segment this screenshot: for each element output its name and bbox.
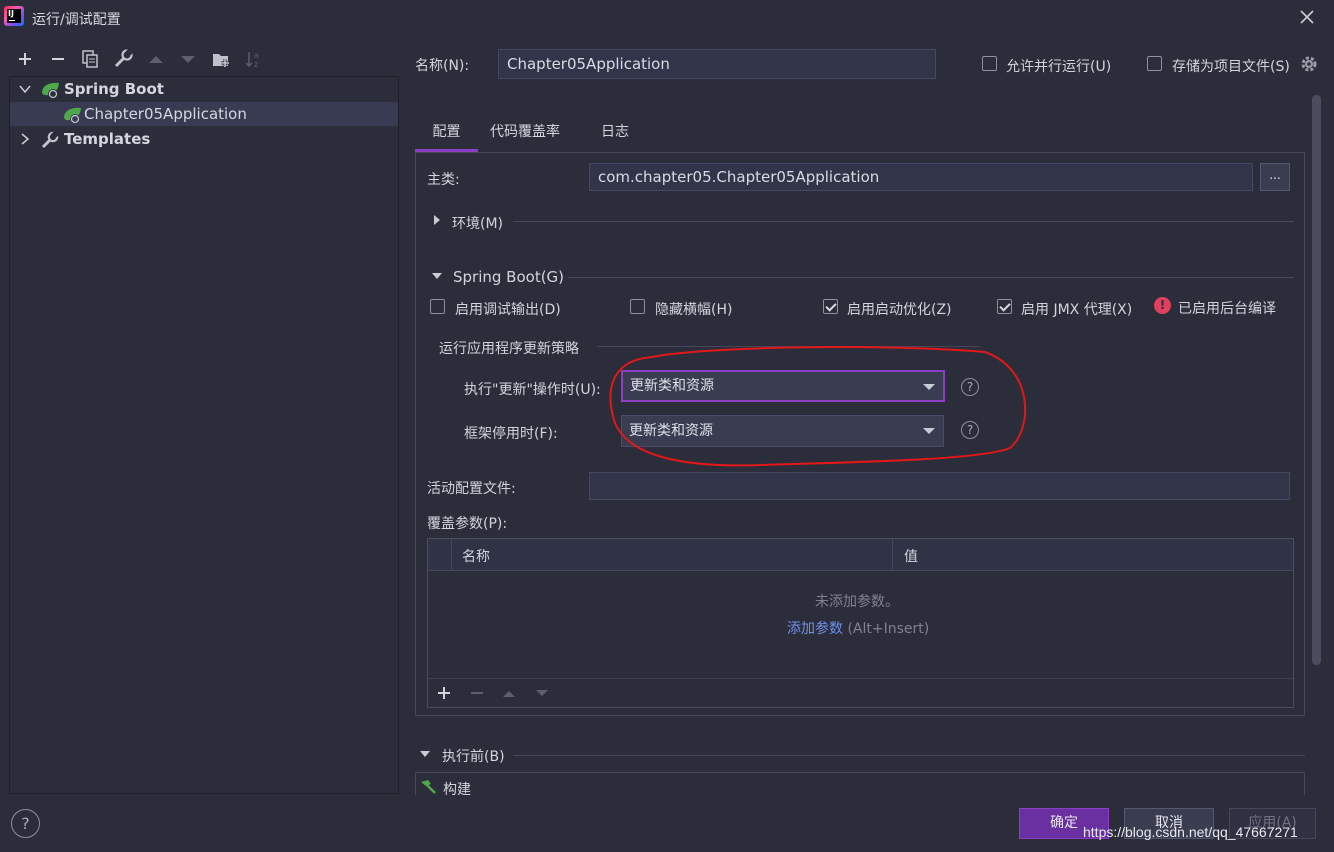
table-empty-text: 未添加参数。 <box>815 594 899 610</box>
error-icon: ! <box>1154 297 1171 314</box>
jmx-agent-checkbox[interactable] <box>997 299 1012 314</box>
remove-icon[interactable] <box>47 48 69 70</box>
chevron-right-icon[interactable] <box>432 214 442 226</box>
close-icon[interactable] <box>1296 6 1318 28</box>
background-compile-label: 已启用后台编译 <box>1178 301 1276 317</box>
vertical-scrollbar[interactable] <box>1312 95 1321 665</box>
move-down-icon[interactable] <box>534 685 550 701</box>
name-label: 名称(N): <box>415 58 470 74</box>
help-icon[interactable]: ? <box>11 809 40 838</box>
chevron-right-icon[interactable] <box>20 133 30 145</box>
on-frame-deactivation-select[interactable]: 更新类和资源 <box>621 415 944 447</box>
update-policy-separator <box>597 346 980 347</box>
debug-output-checkbox[interactable] <box>430 299 445 314</box>
hide-banner-label: 隐藏横幅(H) <box>655 302 733 318</box>
launch-optimization-checkbox[interactable] <box>823 299 838 314</box>
jmx-agent-label: 启用 JMX 代理(X) <box>1021 302 1133 318</box>
spring-boot-icon <box>42 82 59 99</box>
column-header-value[interactable]: 值 <box>904 546 918 566</box>
add-parameter-link[interactable]: 添加参数 <box>787 621 843 637</box>
add-icon[interactable] <box>436 685 452 701</box>
before-launch-separator <box>513 755 1305 756</box>
tree-label-chapter05application: Chapter05Application <box>84 105 247 123</box>
allow-parallel-checkbox[interactable] <box>982 56 997 71</box>
tree-node-chapter05application[interactable]: Chapter05Application <box>10 102 398 126</box>
before-launch-list[interactable] <box>415 772 1305 795</box>
spring-boot-section-label[interactable]: Spring Boot(G) <box>453 268 564 286</box>
watermark-text: https://blog.csdn.net/qq_47667271 <box>1083 824 1298 840</box>
on-update-select[interactable]: 更新类和资源 <box>621 370 945 402</box>
spring-boot-app-icon <box>64 107 81 124</box>
help-icon[interactable]: ? <box>961 421 979 439</box>
column-divider <box>892 539 893 570</box>
tree-label-spring-boot: Spring Boot <box>64 80 164 98</box>
add-parameter-shortcut: (Alt+Insert) <box>847 621 930 637</box>
copy-icon[interactable] <box>79 48 101 70</box>
move-up-icon[interactable] <box>501 685 517 701</box>
name-input[interactable] <box>498 49 936 79</box>
on-frame-deactivation-label: 框架停用时(F): <box>464 426 558 442</box>
sort-alphabetically-icon[interactable]: az <box>243 48 265 70</box>
dropdown-arrow-icon <box>923 384 935 390</box>
on-frame-deactivation-value: 更新类和资源 <box>629 423 713 439</box>
wrench-icon <box>41 130 59 149</box>
window-title: 运行/调试配置 <box>32 12 121 28</box>
tree-node-templates[interactable]: Templates <box>10 127 398 151</box>
main-class-label: 主类: <box>427 172 460 188</box>
svg-text:a: a <box>254 51 259 60</box>
move-down-icon[interactable] <box>177 48 199 70</box>
tab-code-coverage[interactable]: 代码覆盖率 <box>490 114 560 152</box>
table-header <box>428 539 1293 571</box>
intellij-logo-icon: IJ <box>4 6 24 26</box>
active-profiles-input[interactable] <box>589 472 1290 500</box>
tree-node-spring-boot[interactable]: Spring Boot <box>10 77 398 101</box>
hammer-icon <box>421 780 436 794</box>
dropdown-arrow-icon <box>923 428 935 434</box>
main-class-input[interactable] <box>589 163 1253 191</box>
chevron-down-icon[interactable] <box>419 749 431 759</box>
on-update-value: 更新类和资源 <box>630 378 714 394</box>
on-update-label: 执行"更新"操作时(U): <box>464 382 601 398</box>
spring-boot-separator <box>568 277 1294 278</box>
launch-optimization-label: 启用启动优化(Z) <box>847 302 952 318</box>
store-as-project-file-label: 存储为项目文件(S) <box>1172 59 1290 75</box>
gear-icon[interactable] <box>1299 54 1319 74</box>
svg-text:z: z <box>254 60 258 69</box>
browse-button[interactable]: ... <box>1260 163 1290 191</box>
tab-logs[interactable]: 日志 <box>601 114 629 152</box>
table-toolbar-divider <box>428 678 1293 679</box>
remove-icon[interactable] <box>469 685 485 701</box>
environment-separator <box>513 221 1294 222</box>
chevron-down-icon[interactable] <box>431 271 443 281</box>
move-up-icon[interactable] <box>145 48 167 70</box>
wrench-icon[interactable] <box>112 48 134 70</box>
tree-label-templates: Templates <box>64 130 151 148</box>
update-policy-title: 运行应用程序更新策略 <box>439 341 579 357</box>
chevron-down-icon[interactable] <box>19 84 31 94</box>
environment-section-label[interactable]: 环境(M) <box>452 213 503 233</box>
new-folder-icon[interactable] <box>210 48 232 70</box>
store-as-project-file-checkbox[interactable] <box>1147 56 1162 71</box>
allow-parallel-label: 允许并行运行(U) <box>1006 59 1112 75</box>
debug-output-label: 启用调试输出(D) <box>455 302 561 318</box>
help-icon[interactable]: ? <box>961 378 979 396</box>
add-icon[interactable] <box>14 48 36 70</box>
active-profiles-label: 活动配置文件: <box>427 481 516 497</box>
configuration-tree[interactable]: Spring Boot Chapter05Application Templat… <box>9 76 399 794</box>
before-launch-label[interactable]: 执行前(B) <box>442 746 505 766</box>
tab-config[interactable]: 配置 <box>415 114 478 152</box>
column-header-name[interactable]: 名称 <box>462 546 490 566</box>
hide-banner-checkbox[interactable] <box>630 299 645 314</box>
title-bar <box>0 0 1334 36</box>
override-params-label: 覆盖参数(P): <box>427 516 508 532</box>
column-divider <box>451 539 452 570</box>
